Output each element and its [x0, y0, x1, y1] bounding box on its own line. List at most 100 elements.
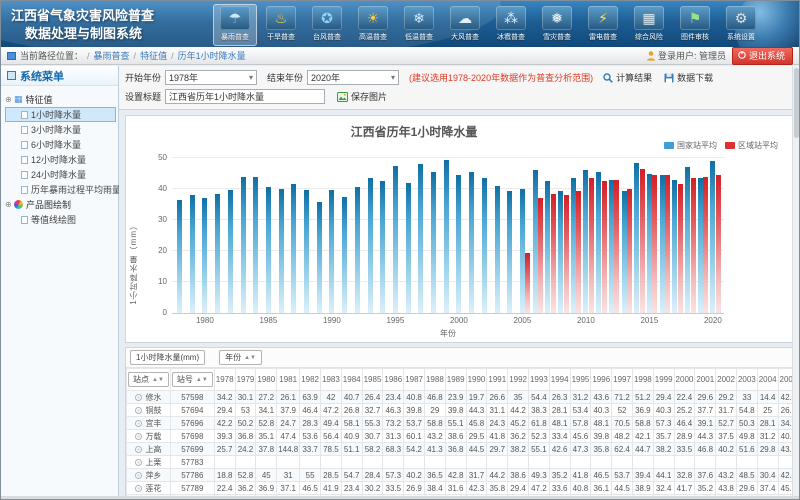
year-column-header[interactable]: 2001: [695, 369, 716, 391]
station-name-cell[interactable]: 上栗: [127, 456, 171, 469]
scrollbar-thumb[interactable]: [794, 68, 799, 138]
table-row[interactable]: 上高5769925.724.237.8144.833.778.551.158.2…: [127, 443, 793, 456]
year-column-header[interactable]: 1997: [612, 369, 633, 391]
table-scroll-area[interactable]: 站点▲▼站号▲▼19781979198019811982198319841985…: [126, 368, 792, 499]
bar-national-2010: [583, 170, 588, 313]
toolbar-item-gale[interactable]: ☁大风普查: [443, 4, 487, 46]
sort-by-station[interactable]: 站点▲▼: [128, 372, 169, 387]
sidebar-group[interactable]: ⊕产品图绘制: [5, 197, 116, 212]
station-name-cell[interactable]: 上高: [127, 443, 171, 456]
tree-toggle-icon[interactable]: ⊕: [5, 95, 14, 104]
value-cell: 28.1: [757, 417, 778, 430]
gridline: [172, 157, 724, 158]
year-column-header[interactable]: 1979: [235, 369, 256, 391]
table-row[interactable]: 莲花5778922.436.236.937.146.541.923.430.23…: [127, 482, 793, 495]
breadcrumb-item-1[interactable]: 暴雨普查: [94, 49, 130, 62]
table-row[interactable]: 萍乡5778618.852.845315528.554.728.457.340.…: [127, 469, 793, 482]
year-column-header[interactable]: 1981: [277, 369, 300, 391]
sidebar-item[interactable]: 12小时降水量: [5, 152, 116, 167]
start-year-select[interactable]: 1978年▾: [165, 70, 257, 85]
year-column-header[interactable]: 1994: [549, 369, 570, 391]
toolbar-item-low-temp[interactable]: ❄低温普查: [397, 4, 441, 46]
legend-item[interactable]: 区域站平均: [725, 140, 778, 151]
hail-icon: ⁂: [496, 6, 526, 30]
value-cell: 58.8: [424, 417, 445, 430]
year-column-header[interactable]: 1978: [214, 369, 235, 391]
sidebar-item[interactable]: 1小时降水量: [5, 107, 116, 122]
table-row[interactable]: 修水5759834.230.127.226.163.94240.726.423.…: [127, 391, 793, 404]
year-column-header[interactable]: 1993: [528, 369, 549, 391]
year-column-header[interactable]: 1990: [466, 369, 487, 391]
year-column-header[interactable]: 1987: [404, 369, 425, 391]
station-name-cell[interactable]: 萍乡: [127, 469, 171, 482]
table-row[interactable]: 上栗57783: [127, 456, 793, 469]
table-row[interactable]: 铜鼓5769429.45334.137.946.447.226.832.746.…: [127, 404, 793, 417]
value-cell: 55.1: [528, 443, 549, 456]
year-column-header[interactable]: 1991: [487, 369, 508, 391]
value-cell: 38.2: [653, 443, 674, 456]
toolbar-item-high-temp[interactable]: ☀高温普查: [351, 4, 395, 46]
year-column-header[interactable]: 2005: [778, 369, 792, 391]
year-column-header[interactable]: 1999: [653, 369, 674, 391]
year-column-header[interactable]: 2003: [736, 369, 757, 391]
year-column-header[interactable]: 1984: [341, 369, 362, 391]
year-column-header[interactable]: 2002: [716, 369, 737, 391]
year-column-header[interactable]: 1988: [424, 369, 445, 391]
year-column-header[interactable]: 1986: [383, 369, 404, 391]
year-sort-control[interactable]: 年份▲▼: [219, 350, 262, 365]
year-column-header[interactable]: 1985: [362, 369, 383, 391]
year-column-header[interactable]: 1989: [445, 369, 466, 391]
sort-by-station-id[interactable]: 站号▲▼: [172, 372, 213, 387]
download-button[interactable]: 数据下载: [664, 71, 713, 84]
station-id-cell: 57694: [170, 404, 214, 417]
logout-button[interactable]: 退出系统: [732, 47, 793, 65]
breadcrumb-item-3[interactable]: 历年1小时降水量: [178, 49, 246, 62]
station-name-cell[interactable]: 铜鼓: [127, 404, 171, 417]
toolbar-item-map-review[interactable]: ⚑图件审核: [673, 4, 717, 46]
toolbar-item-typhoon[interactable]: ✪台风普查: [305, 4, 349, 46]
breadcrumb-item-2[interactable]: 特征值: [140, 49, 167, 62]
measure-selector[interactable]: 1小时降水量(mm): [130, 350, 205, 365]
toolbar-item-lightning[interactable]: ⚡雷电普查: [581, 4, 625, 46]
station-name-cell[interactable]: 万载: [127, 430, 171, 443]
sidebar-group[interactable]: ⊕▦特征值: [5, 92, 116, 107]
end-year-select[interactable]: 2020年▾: [307, 70, 399, 85]
toolbar-item-calculator[interactable]: ▦综合风险: [627, 4, 671, 46]
legend-item[interactable]: 国家站平均: [664, 140, 717, 151]
toolbar-item-settings[interactable]: ⚙系统设置: [719, 4, 763, 46]
calculate-button[interactable]: 计算结果: [603, 71, 652, 84]
sidebar-item[interactable]: 6小时降水量: [5, 137, 116, 152]
table-row[interactable]: 宜丰5769642.250.252.824.728.349.458.155.37…: [127, 417, 793, 430]
station-name-cell[interactable]: 修水: [127, 391, 171, 404]
station-name-cell[interactable]: 莲花: [127, 482, 171, 495]
value-cell: 31.1: [487, 404, 508, 417]
sidebar-item[interactable]: 3小时降水量: [5, 122, 116, 137]
table-row[interactable]: 万载5769839.336.835.147.453.656.440.930.73…: [127, 430, 793, 443]
year-column-header[interactable]: 1982: [300, 369, 321, 391]
sidebar-item[interactable]: 等值线绘图: [5, 212, 116, 227]
save-image-button[interactable]: 保存图片: [337, 90, 387, 103]
vertical-scrollbar[interactable]: [792, 66, 799, 496]
year-column-header[interactable]: 1992: [508, 369, 529, 391]
value-cell: [757, 456, 778, 469]
year-column-header[interactable]: 2004: [757, 369, 778, 391]
tree-toggle-icon[interactable]: ⊕: [5, 200, 14, 209]
year-column-header[interactable]: 1980: [256, 369, 277, 391]
toolbar-item-hail[interactable]: ⁂冰雹普查: [489, 4, 533, 46]
toolbar-item-rainstorm[interactable]: ☂暴雨普查: [213, 4, 257, 46]
value-cell: 32.8: [674, 469, 695, 482]
year-column-header[interactable]: 1995: [570, 369, 591, 391]
value-cell: 36.8: [235, 430, 256, 443]
toolbar-item-drought[interactable]: ♨干旱普查: [259, 4, 303, 46]
year-column-header[interactable]: 2000: [674, 369, 695, 391]
value-cell: 29.5: [466, 430, 487, 443]
sidebar-item[interactable]: 历年暴雨过程平均雨量: [5, 182, 116, 197]
chart-title-input[interactable]: [165, 89, 325, 104]
station-name-cell[interactable]: 宜丰: [127, 417, 171, 430]
bar-regional-2005: [525, 253, 530, 313]
year-column-header[interactable]: 1996: [591, 369, 612, 391]
year-column-header[interactable]: 1998: [632, 369, 653, 391]
year-column-header[interactable]: 1983: [321, 369, 342, 391]
toolbar-item-snow[interactable]: ❅雪灾普查: [535, 4, 579, 46]
sidebar-item[interactable]: 24小时降水量: [5, 167, 116, 182]
